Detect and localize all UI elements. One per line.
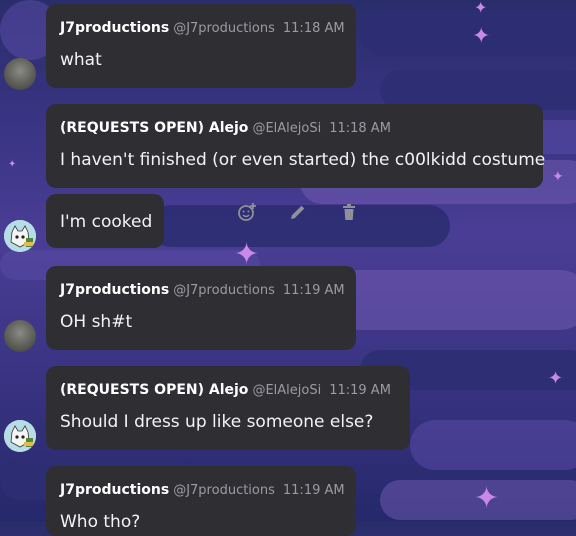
trash-icon	[342, 204, 355, 220]
delete-message-button[interactable]	[336, 199, 362, 225]
message-header: (REQUESTS OPEN) Alejo @ElAlejoSi 11:18 AM	[60, 120, 391, 136]
edit-message-button[interactable]	[285, 199, 311, 225]
avatar[interactable]	[4, 220, 36, 252]
author-name[interactable]: J7productions	[60, 20, 169, 36]
author-handle: @ElAlejoSi	[252, 121, 322, 136]
message-timestamp: 11:19 AM	[282, 283, 345, 298]
edit-pencil-icon	[290, 205, 305, 219]
message-text: what	[60, 50, 102, 70]
message-header: J7productions @J7productions 11:19 AM	[60, 482, 345, 498]
author-name[interactable]: J7productions	[60, 482, 169, 498]
avatar[interactable]	[4, 420, 36, 452]
author-handle: @J7productions	[173, 483, 275, 498]
author-name[interactable]: (REQUESTS OPEN) Alejo	[60, 382, 248, 398]
author-handle: @ElAlejoSi	[252, 383, 322, 398]
message-text: I haven't finished (or even started) the…	[60, 150, 546, 170]
author-handle: @J7productions	[173, 21, 275, 36]
message-text: I'm cooked	[60, 212, 153, 232]
message-header: (REQUESTS OPEN) Alejo @ElAlejoSi 11:19 AM	[60, 382, 391, 398]
author-name[interactable]: J7productions	[60, 282, 169, 298]
message-text: OH sh#t	[60, 312, 133, 332]
message-header: J7productions @J7productions 11:19 AM	[60, 282, 345, 298]
add-reaction-icon	[238, 203, 257, 221]
message-timestamp: 11:19 AM	[282, 483, 345, 498]
alejo-avatar-art	[4, 220, 36, 252]
message-text: Who tho?	[60, 512, 141, 532]
message-bubble[interactable]: J7productions @J7productions 11:19 AM OH s…	[46, 266, 356, 350]
message-bubble[interactable]: J7productions @J7productions 11:18 AM what	[46, 4, 356, 88]
message-bubble[interactable]: (REQUESTS OPEN) Alejo @ElAlejoSi 11:18 AM …	[46, 104, 546, 188]
message-bubble[interactable]: J7productions @J7productions 11:19 AM Who …	[46, 466, 356, 536]
message-timestamp: 11:19 AM	[329, 383, 391, 398]
message-timestamp: 11:18 AM	[282, 21, 345, 36]
author-handle: @J7productions	[173, 283, 275, 298]
author-name[interactable]: (REQUESTS OPEN) Alejo	[60, 120, 248, 136]
message-bubble[interactable]: (REQUESTS OPEN) Alejo @ElAlejoSi 11:19 AM …	[46, 366, 410, 450]
message-actions-toolbar	[222, 192, 374, 232]
message-timestamp: 11:18 AM	[329, 121, 391, 136]
avatar[interactable]	[4, 320, 36, 352]
message-text: Should I dress up like someone else?	[60, 412, 374, 432]
message-bubble[interactable]: I'm cooked	[46, 194, 164, 248]
message-header: J7productions @J7productions 11:18 AM	[60, 20, 345, 36]
alejo-avatar-art	[4, 420, 36, 452]
avatar[interactable]	[4, 58, 36, 90]
add-reaction-button[interactable]	[234, 199, 260, 225]
